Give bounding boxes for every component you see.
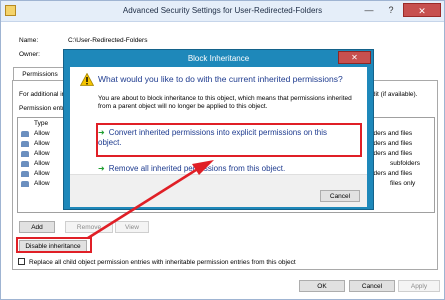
annotation-arrow [87, 160, 214, 240]
